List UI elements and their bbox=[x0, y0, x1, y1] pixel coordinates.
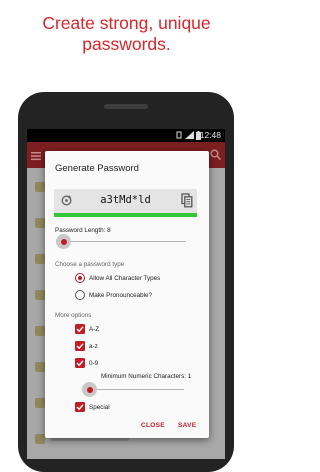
phone-speaker bbox=[104, 104, 148, 109]
strength-bar bbox=[54, 213, 197, 217]
password-length-row: Password Length: 8 bbox=[55, 227, 111, 234]
close-button[interactable]: CLOSE bbox=[141, 422, 165, 429]
list-item-icon bbox=[35, 254, 45, 264]
promo-line-2: passwords. bbox=[82, 34, 171, 54]
checkbox-lowercase[interactable] bbox=[75, 341, 85, 351]
length-slider-track[interactable] bbox=[58, 241, 186, 242]
promo-line-1: Create strong, unique bbox=[42, 13, 211, 33]
menu-icon[interactable] bbox=[31, 148, 41, 166]
checkbox-special[interactable] bbox=[75, 402, 85, 412]
list-item-icon bbox=[35, 326, 45, 336]
type-heading: Choose a password type bbox=[55, 261, 125, 268]
status-time: 12:48 bbox=[199, 130, 221, 140]
radio-pronounceable[interactable] bbox=[75, 290, 85, 300]
save-button[interactable]: SAVE bbox=[178, 422, 196, 429]
checkbox-special-label[interactable]: Special bbox=[89, 404, 110, 411]
generate-password-dialog: Generate Password a3tMd*ld Password Leng… bbox=[45, 151, 209, 438]
list-item-icon bbox=[35, 398, 45, 408]
password-display: a3tMd*ld bbox=[54, 189, 197, 213]
password-length-label: Password Length: bbox=[55, 227, 106, 234]
list-item-icon bbox=[35, 362, 45, 372]
radio-all-types-label[interactable]: Allow All Character Types bbox=[89, 275, 160, 282]
generated-password: a3tMd*ld bbox=[100, 194, 151, 206]
signal-icon bbox=[185, 131, 194, 141]
radio-pronounceable-label[interactable]: Make Pronounceable? bbox=[89, 292, 152, 299]
checkbox-numeric[interactable] bbox=[75, 358, 85, 368]
status-bar: 12:48 bbox=[27, 129, 225, 142]
list-item-icon bbox=[35, 182, 45, 192]
list-item-icon bbox=[35, 218, 45, 228]
radio-all-types[interactable] bbox=[75, 273, 85, 283]
copy-icon[interactable] bbox=[181, 193, 193, 213]
checkbox-uppercase[interactable] bbox=[75, 324, 85, 334]
length-slider-thumb[interactable] bbox=[56, 234, 71, 249]
min-numeric-label: Minimum Numeric Characters: 1 bbox=[101, 373, 192, 380]
list-item-icon bbox=[35, 434, 45, 444]
list-item-icon bbox=[35, 290, 45, 300]
checkbox-lowercase-label[interactable]: a-z bbox=[89, 343, 98, 350]
more-options-heading: More options bbox=[55, 312, 92, 319]
dialog-title: Generate Password bbox=[55, 163, 139, 174]
password-length-value: 8 bbox=[107, 227, 111, 234]
min-numeric-slider-thumb[interactable] bbox=[82, 382, 97, 397]
checkbox-uppercase-label[interactable]: A-Z bbox=[89, 326, 99, 333]
vibrate-icon bbox=[175, 131, 183, 141]
promo-text: Create strong, unique passwords. bbox=[0, 13, 253, 55]
search-icon[interactable] bbox=[210, 147, 222, 165]
checkbox-numeric-label[interactable]: 0-9 bbox=[89, 360, 98, 367]
min-numeric-slider-track[interactable] bbox=[87, 389, 184, 390]
